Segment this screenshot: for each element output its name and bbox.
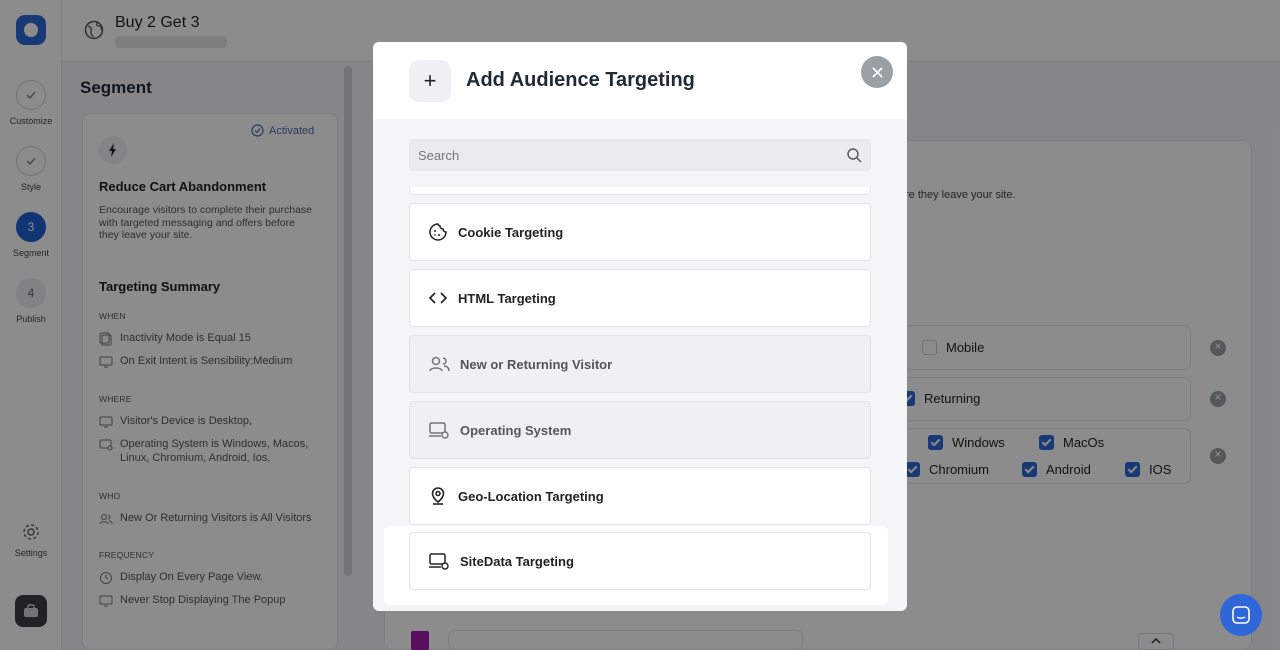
location-pin-icon [431, 487, 445, 505]
chat-launcher[interactable] [1220, 594, 1262, 636]
targeting-item-sitedata[interactable]: SiteData Targeting [409, 532, 871, 590]
targeting-item-operating-system: Operating System [409, 401, 871, 459]
cookie-icon [429, 223, 447, 241]
item-label: HTML Targeting [458, 290, 556, 306]
search-icon [847, 148, 862, 163]
targeting-item-new-returning: New or Returning Visitor [409, 335, 871, 393]
modal-header: + Add Audience Targeting [373, 42, 907, 119]
highlight-frame: SiteData Targeting [384, 526, 888, 605]
item-label: New or Returning Visitor [460, 356, 613, 372]
search-input[interactable]: Search [409, 139, 871, 171]
item-label: Geo-Location Targeting [458, 488, 604, 504]
code-icon [428, 292, 448, 304]
item-label: SiteData Targeting [460, 553, 574, 569]
chat-icon [1232, 606, 1250, 624]
plus-icon: + [409, 60, 451, 102]
close-button[interactable] [861, 56, 893, 88]
targeting-item-geo-location[interactable]: Geo-Location Targeting [409, 467, 871, 525]
users-icon [429, 356, 450, 372]
item-label: Cookie Targeting [458, 224, 564, 240]
targeting-item-html[interactable]: HTML Targeting [409, 269, 871, 327]
item-label: Operating System [460, 422, 572, 438]
targeting-item-cookie[interactable]: Cookie Targeting [409, 203, 871, 261]
modal-title: Add Audience Targeting [466, 69, 695, 91]
os-icon [429, 422, 449, 439]
laptop-gear-icon [429, 553, 449, 570]
close-icon [871, 66, 883, 78]
list-item-cut[interactable] [409, 187, 871, 195]
search-placeholder: Search [418, 148, 460, 163]
